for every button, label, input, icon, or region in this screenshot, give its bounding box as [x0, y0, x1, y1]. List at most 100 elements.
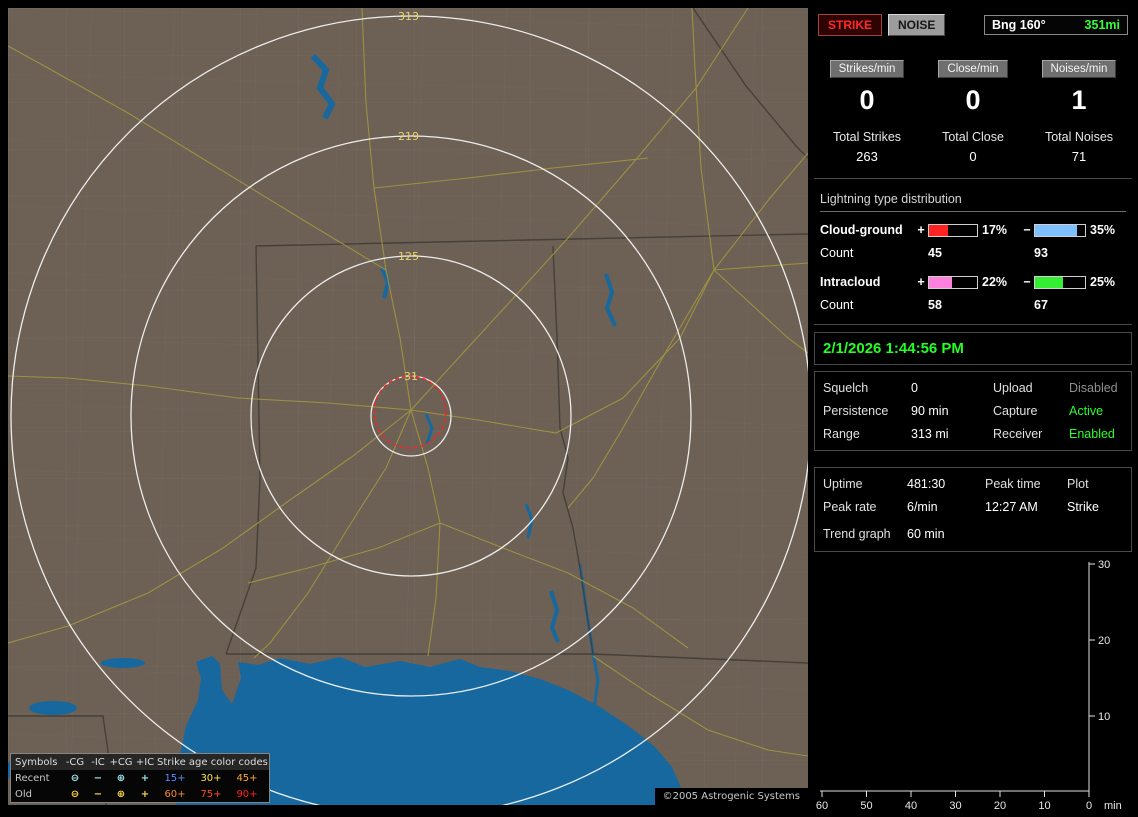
map-canvas[interactable]: 313 219 125 31	[8, 8, 808, 805]
x-tick-60: 60	[816, 800, 828, 812]
legend-header-row: Symbols -CG -IC +CG +IC Strike age color…	[11, 754, 269, 770]
age-75-label: 75+	[200, 788, 222, 800]
age-15-label: 15+	[164, 772, 186, 784]
peak-time-label: Peak time	[985, 477, 1041, 491]
plus-sign: +	[917, 275, 925, 289]
trend-graph-label: Trend graph	[823, 527, 891, 541]
intracloud-label: Intracloud	[820, 275, 881, 289]
trend-graph: 30 20 10 60 50 40 30 20 10 0 min	[814, 556, 1132, 817]
rates-section: Strikes/min 0 Total Strikes 263 Close/mi…	[814, 60, 1132, 179]
capture-label: Capture	[993, 404, 1038, 418]
control-panel: STRIKE NOISE Bng 160° 351mi Strikes/min …	[814, 8, 1132, 812]
legend-pos-ic-header: +IC	[135, 756, 155, 768]
persistence-label: Persistence	[823, 404, 889, 418]
strike-button[interactable]: STRIKE	[818, 14, 883, 36]
ic-minus-bar	[1034, 275, 1086, 289]
upload-status: Disabled	[1069, 381, 1118, 395]
legend-pos-cg-header: +CG	[109, 756, 133, 768]
neg-cg-recent-icon: ⊖	[70, 772, 80, 784]
peak-time-value: 12:27 AM	[985, 500, 1038, 514]
minus-sign: −	[1023, 223, 1031, 237]
ic-count-label: Count	[820, 298, 854, 312]
noises-per-min-button[interactable]: Noises/min	[1041, 60, 1117, 78]
cloud-ground-label: Cloud-ground	[820, 223, 903, 237]
bearing-distance: 351mi	[1084, 18, 1120, 32]
close-per-min-value: 0	[965, 85, 981, 115]
capture-status: Active	[1069, 404, 1104, 418]
age-45-label: 45+	[236, 772, 258, 784]
noise-button[interactable]: NOISE	[888, 14, 946, 36]
y-tick-10: 10	[1098, 711, 1110, 723]
ring-label-313: 313	[398, 10, 419, 23]
ic-plus-count: 58	[928, 298, 942, 312]
cloud-ground-row: Cloud-ground + 17% − 35%	[820, 223, 1126, 237]
neg-cg-old-icon: ⊖	[70, 788, 80, 800]
pos-cg-recent-icon: ⊕	[116, 772, 126, 784]
map-copyright: ©2005 Astrogenic Systems	[654, 788, 808, 805]
total-strikes-label: Total Strikes	[832, 130, 902, 144]
neg-ic-old-icon: −	[93, 788, 103, 800]
legend-recent-row: Recent ⊖ − ⊕ + 15+ 30+ 45+	[11, 770, 269, 786]
plus-sign: +	[917, 223, 925, 237]
cg-minus-count: 93	[1034, 246, 1048, 260]
ic-minus-count: 67	[1034, 298, 1048, 312]
intracloud-row: Intracloud + 22% − 25%	[820, 275, 1126, 289]
total-close-value: 0	[969, 149, 977, 164]
cg-minus-percent: 35%	[1090, 223, 1116, 237]
ring-label-219: 219	[398, 130, 419, 143]
map-panel: 313 219 125 31 Symbols -CG -IC +CG +IC S…	[8, 8, 808, 805]
strikes-per-min-button[interactable]: Strikes/min	[829, 60, 905, 78]
graph-tick-labels: 30 20 10 60 50 40 30 20 10 0 min	[816, 559, 1122, 812]
upload-label: Upload	[993, 381, 1033, 395]
close-per-min-button[interactable]: Close/min	[938, 60, 1008, 78]
cg-plus-bar-fill	[929, 224, 949, 236]
range-label: Range	[823, 427, 860, 441]
uptime-label: Uptime	[823, 477, 863, 491]
ic-minus-percent: 25%	[1090, 275, 1116, 289]
x-tick-10: 10	[1038, 800, 1050, 812]
strikes-rate-column: Strikes/min 0 Total Strikes 263	[814, 60, 920, 164]
total-close-label: Total Close	[942, 130, 1004, 144]
y-tick-30: 30	[1098, 559, 1110, 571]
uptime-value: 481:30	[907, 477, 946, 491]
strikes-per-min-value: 0	[859, 85, 875, 115]
total-strikes-value: 263	[856, 149, 878, 164]
legend-old-label: Old	[15, 788, 32, 800]
pos-cg-old-icon: ⊕	[116, 788, 126, 800]
squelch-value: 0	[911, 381, 918, 395]
noises-per-min-value: 1	[1071, 85, 1087, 115]
ic-plus-percent: 22%	[982, 275, 1008, 289]
x-tick-0: 0	[1086, 800, 1092, 812]
age-30-label: 30+	[200, 772, 222, 784]
peak-rate-label: Peak rate	[823, 500, 877, 514]
cg-plus-count: 45	[928, 246, 942, 260]
total-noises-value: 71	[1071, 149, 1087, 164]
pos-ic-old-icon: +	[140, 788, 150, 800]
datetime-text: 2/1/2026 1:44:56 PM	[823, 340, 964, 357]
close-rate-column: Close/min 0 Total Close 0	[920, 60, 1026, 164]
ring-label-125: 125	[398, 250, 419, 263]
legend-neg-ic-header: -IC	[91, 756, 105, 768]
ic-minus-bar-fill	[1035, 276, 1063, 288]
intracloud-count-row: Count 58 67	[820, 298, 1126, 312]
bearing-label: Bng 160°	[992, 18, 1046, 32]
datetime-display: 2/1/2026 1:44:56 PM	[814, 332, 1132, 365]
age-90-label: 90+	[236, 788, 258, 800]
status-section: Uptime 481:30 Peak time Plot Peak rate 6…	[814, 467, 1132, 552]
bearing-display: Bng 160° 351mi	[984, 15, 1128, 35]
legend-age-title: Strike age color codes	[157, 756, 268, 768]
ring-label-31: 31	[404, 370, 418, 383]
squelch-label: Squelch	[823, 381, 869, 395]
pos-ic-recent-icon: +	[140, 772, 150, 784]
legend-neg-cg-header: -CG	[65, 756, 85, 768]
x-tick-40: 40	[905, 800, 917, 812]
age-60-label: 60+	[164, 788, 186, 800]
legend-old-row: Old ⊖ − ⊕ + 60+ 75+ 90+	[11, 786, 269, 802]
persistence-value: 90 min	[911, 404, 949, 418]
x-axis-unit: min	[1104, 800, 1122, 812]
top-controls: STRIKE NOISE Bng 160° 351mi	[814, 8, 1132, 38]
x-tick-20: 20	[994, 800, 1006, 812]
map-legend: Symbols -CG -IC +CG +IC Strike age color…	[10, 753, 270, 803]
cg-plus-bar	[928, 223, 978, 237]
cloud-ground-count-row: Count 45 93	[820, 246, 1126, 260]
